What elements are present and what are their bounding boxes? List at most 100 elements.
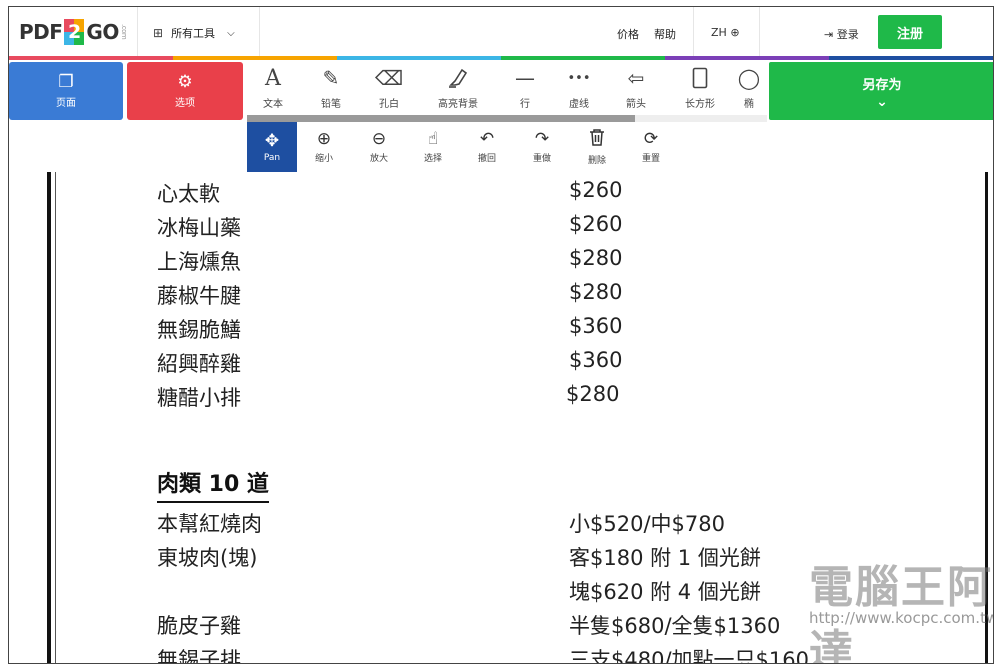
edit-tool-label: 删除 xyxy=(587,156,606,166)
rectangle-icon xyxy=(692,66,708,90)
ellipse-icon: ◯ xyxy=(737,66,761,90)
language-selector[interactable]: ZH ⊕ xyxy=(711,26,740,39)
trash-icon xyxy=(589,128,605,150)
edit-tool-label: 重做 xyxy=(532,154,551,164)
page-border-left-inner xyxy=(55,172,56,663)
tool-dotted-line[interactable]: ••• 虚线 xyxy=(552,66,606,111)
tool-arrow[interactable]: ⇦ 箭头 xyxy=(609,66,663,110)
menu-item-price: $260 xyxy=(569,212,623,236)
brand-logo[interactable]: PDF 2 GO .com xyxy=(19,18,128,46)
line-icon: — xyxy=(515,66,535,90)
undo-tool[interactable]: ↶ 撤回 xyxy=(462,122,512,172)
menu-item-price: $280 xyxy=(569,280,623,304)
tool-highlighter[interactable]: 高亮背景 xyxy=(431,66,485,110)
options-button[interactable]: ⚙ 选项 xyxy=(127,62,243,120)
header-divider xyxy=(759,7,760,57)
reset-tool[interactable]: ⟳ 重置 xyxy=(626,122,676,172)
grid-icon: ⊞ xyxy=(153,26,164,40)
menu-item-name: 藤椒牛腱 xyxy=(157,284,241,308)
edit-tool-label: 放大 xyxy=(369,154,388,164)
logo-go-text: GO xyxy=(86,20,119,44)
edit-tool-label: 重置 xyxy=(641,154,660,164)
logo-2-text: 2 xyxy=(68,21,81,43)
tool-pencil[interactable]: ✎ 铅笔 xyxy=(304,66,358,110)
edit-tool-label: Pan xyxy=(263,152,281,163)
dotted-line-icon: ••• xyxy=(567,70,591,86)
scrollbar-thumb[interactable] xyxy=(247,115,635,122)
menu-item-name: 本幫紅燒肉 xyxy=(157,512,262,536)
pages-label: 页面 xyxy=(56,98,76,109)
menu-item-price: $260 xyxy=(569,178,623,202)
save-as-label: 另存为 xyxy=(862,77,902,93)
pan-icon: ✥ xyxy=(264,130,280,151)
pages-button[interactable]: ❐ 页面 xyxy=(9,62,123,120)
zoom-out-tool[interactable]: ⊕ 缩小 xyxy=(299,122,349,172)
app-window: PDF 2 GO .com ⊞ 所有工具 ⌵ 价格 帮助 ZH ⊕ ⇥ 登录 注… xyxy=(8,6,994,664)
tool-label: 孔白 xyxy=(379,99,399,110)
section-heading: 肉類 10 道 xyxy=(157,466,269,503)
tool-label: 行 xyxy=(520,99,530,110)
menu-item-name: 無錫子排 xyxy=(157,648,241,664)
copy-icon: ❐ xyxy=(58,72,74,92)
page-border-left xyxy=(47,172,51,663)
menu-item-price: $280 xyxy=(566,382,620,406)
redo-icon: ↷ xyxy=(534,129,550,149)
tool-eraser[interactable]: ⌫ 孔白 xyxy=(362,66,416,110)
edit-tool-label: 撤回 xyxy=(477,154,496,164)
arrow-icon: ⇦ xyxy=(627,66,645,90)
tool-rectangle[interactable]: 长方形 xyxy=(673,66,727,110)
menu-item-price: 客$180 附 1 個光餅 xyxy=(569,546,761,570)
save-as-button[interactable]: 另存为 ⌄ xyxy=(769,62,993,120)
highlighter-icon xyxy=(447,66,469,90)
all-tools-label: 所有工具 xyxy=(171,27,216,40)
highlighter-svg xyxy=(449,68,468,88)
rectangle-svg xyxy=(692,67,708,89)
edit-tool-label: 缩小 xyxy=(314,154,333,164)
menu-item-name: 冰梅山藥 xyxy=(157,216,241,240)
delete-tool[interactable]: 删除 xyxy=(572,122,622,172)
price-link[interactable]: 价格 xyxy=(617,26,639,42)
redo-tool[interactable]: ↷ 重做 xyxy=(517,122,567,172)
reset-icon: ⟳ xyxy=(643,129,659,149)
tool-label: 文本 xyxy=(263,99,283,110)
chevron-down-icon: ⌄ xyxy=(876,93,888,110)
menu-item-price: 小$520/中$780 xyxy=(569,512,725,536)
header-divider xyxy=(137,7,138,57)
logo-2-badge: 2 xyxy=(64,19,85,45)
undo-icon: ↶ xyxy=(479,129,495,149)
tool-line[interactable]: — 行 xyxy=(498,66,552,110)
menu-item-price: $360 xyxy=(569,314,623,338)
menu-item-name: 糖醋小排 xyxy=(157,386,241,410)
top-header: PDF 2 GO .com ⊞ 所有工具 ⌵ 价格 帮助 ZH ⊕ ⇥ 登录 注… xyxy=(9,7,993,57)
zoom-in-tool[interactable]: ⊖ 放大 xyxy=(354,122,404,172)
menu-item-name: 上海燻魚 xyxy=(157,250,241,274)
zoom-in-icon: ⊖ xyxy=(371,129,387,149)
pan-tool[interactable]: ✥ Pan xyxy=(247,122,297,172)
login-label: 登录 xyxy=(836,28,859,41)
trash-svg xyxy=(590,129,604,146)
gear-icon: ⚙ xyxy=(177,72,193,92)
logo-pdf-text: PDF xyxy=(19,20,63,44)
header-divider xyxy=(259,7,260,57)
tool-text[interactable]: A 文本 xyxy=(246,66,300,111)
menu-item-name: 脆皮子雞 xyxy=(157,614,241,638)
document-canvas[interactable]: 心太軟 $260 冰梅山藥 $260 上海燻魚 $280 藤椒牛腱 $280 無… xyxy=(9,172,993,664)
tool-ellipse[interactable]: ◯ 椭 xyxy=(731,66,767,110)
toolbar-scrollbar[interactable] xyxy=(247,115,767,122)
options-label: 选项 xyxy=(175,98,195,109)
select-tool[interactable]: ☝ 选择 xyxy=(408,122,458,172)
menu-item-name: 心太軟 xyxy=(157,182,220,206)
edit-toolbar: ✥ Pan ⊕ 缩小 ⊖ 放大 ☝ 选择 ↶ 撤回 ↷ 重做 删除 ⟳ 重置 xyxy=(9,122,993,172)
eraser-icon: ⌫ xyxy=(374,66,404,90)
help-link[interactable]: 帮助 xyxy=(654,26,676,42)
all-tools-menu[interactable]: ⊞ 所有工具 ⌵ xyxy=(153,25,235,41)
signup-button[interactable]: 注册 xyxy=(878,15,942,49)
login-link[interactable]: ⇥ 登录 xyxy=(824,26,859,42)
menu-item-name: 無錫脆鱔 xyxy=(157,318,241,342)
login-icon: ⇥ xyxy=(824,28,834,41)
menu-item-price: $280 xyxy=(569,246,623,270)
chevron-down-icon: ⌵ xyxy=(227,27,235,39)
tool-label: 长方形 xyxy=(685,99,715,110)
globe-icon: ⊕ xyxy=(730,26,740,39)
page-border-right xyxy=(985,172,988,663)
